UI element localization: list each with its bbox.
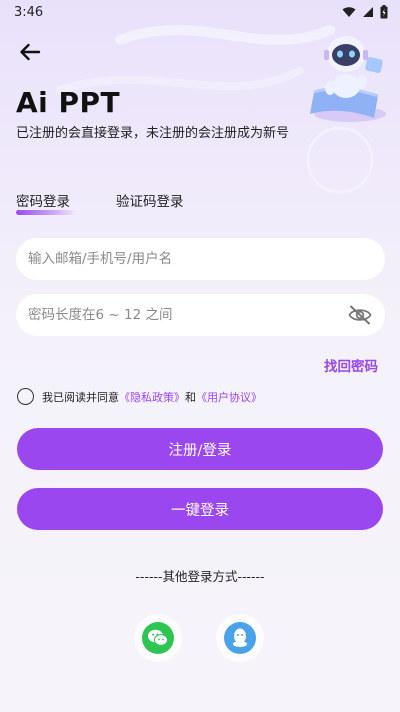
wifi-icon [342, 7, 356, 17]
qq-login-button[interactable] [216, 614, 264, 662]
astronaut-mascot-illustration [310, 36, 386, 122]
forgot-password-link[interactable]: 找回密码 [324, 355, 378, 375]
agreement-row: 我已阅读并同意 《隐私政策》 和 《用户协议》 [17, 388, 262, 405]
wechat-login-button[interactable] [134, 614, 182, 662]
status-bar: 3:46 [0, 0, 400, 24]
agreement-prefix: 我已阅读并同意 [42, 390, 119, 404]
tab-label: 验证码登录 [116, 194, 184, 210]
agreement-and: 和 [185, 390, 196, 404]
back-arrow-icon [20, 43, 41, 61]
qq-icon [224, 622, 256, 654]
password-field-container [16, 294, 385, 336]
agreement-checkbox[interactable] [17, 388, 34, 405]
eye-off-icon [348, 305, 372, 325]
tab-code-login[interactable]: 验证码登录 [116, 190, 184, 210]
wechat-icon [142, 622, 174, 654]
status-icons [342, 5, 388, 19]
user-agreement-link[interactable]: 《用户协议》 [196, 389, 262, 405]
status-time: 3:46 [14, 4, 44, 20]
tab-password-login[interactable]: 密码登录 [16, 190, 76, 215]
back-button[interactable] [14, 38, 46, 66]
tab-label: 密码登录 [16, 194, 70, 210]
app-title: Ai PPT [16, 86, 121, 119]
one-click-login-button[interactable]: 一键登录 [17, 488, 383, 530]
account-field-container [16, 238, 385, 280]
other-login-methods-label: ------其他登录方式------ [135, 569, 265, 584]
page-subtitle: 已注册的会直接登录，未注册的会注册成为新号 [16, 126, 290, 141]
signal-icon [363, 7, 373, 17]
login-tabs: 密码登录 验证码登录 [16, 190, 184, 215]
password-input[interactable] [28, 307, 347, 323]
account-input[interactable] [28, 251, 373, 267]
privacy-policy-link[interactable]: 《隐私政策》 [119, 389, 185, 405]
active-tab-indicator [16, 210, 76, 215]
battery-icon [380, 5, 388, 19]
password-visibility-toggle[interactable] [347, 302, 373, 328]
register-login-button[interactable]: 注册/登录 [17, 428, 383, 470]
